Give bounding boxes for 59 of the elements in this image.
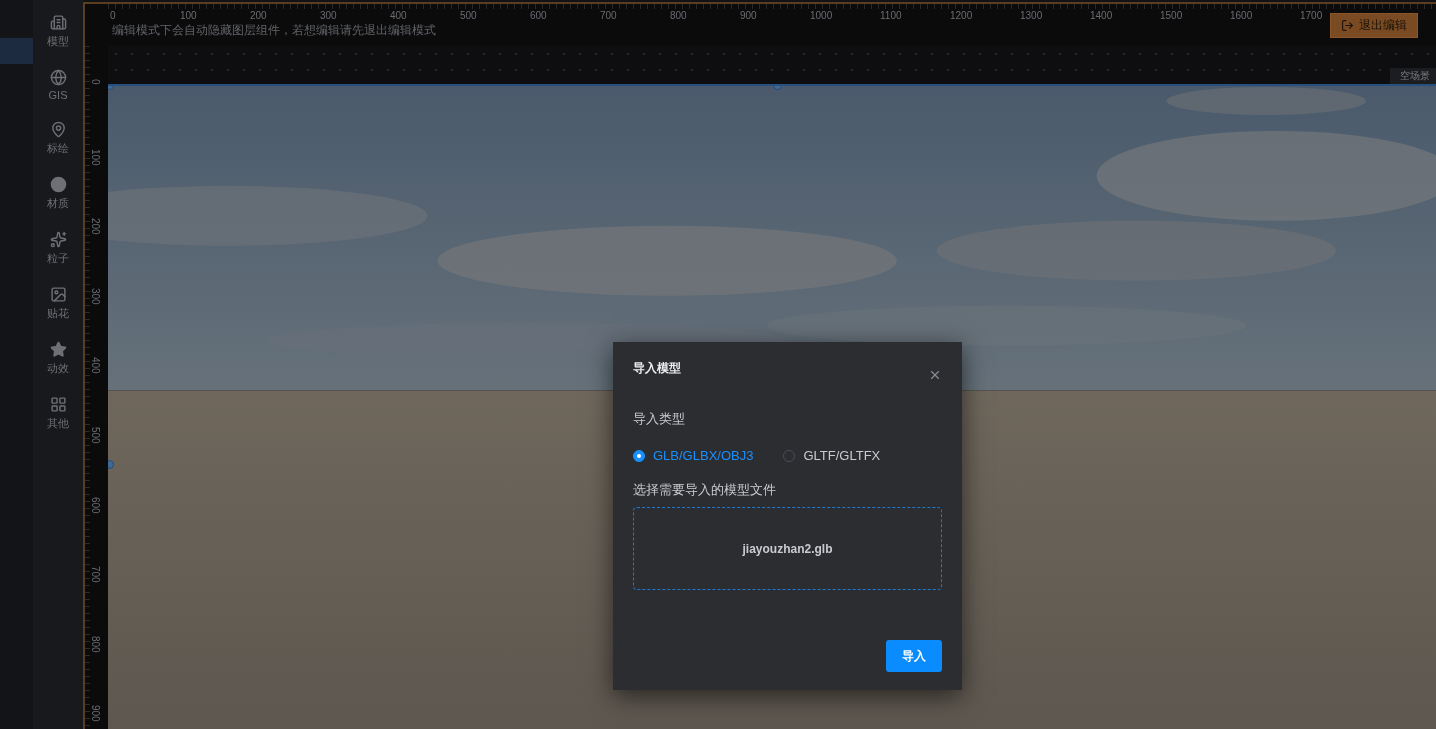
tool-icon <box>49 176 67 193</box>
tool-item[interactable]: 贴花 <box>36 286 80 321</box>
ruler-label: 400 <box>390 10 407 21</box>
ruler-label: 600 <box>90 496 101 514</box>
tool-item[interactable]: GIS <box>36 69 80 101</box>
ruler-label: 500 <box>460 10 477 21</box>
tool-icon <box>49 396 67 413</box>
type-label: 导入类型 <box>633 410 686 428</box>
ruler-label: 300 <box>320 10 337 21</box>
ruler-label: 500 <box>90 427 101 444</box>
type-radio[interactable]: GLTF/GLTFX <box>783 448 881 463</box>
close-icon <box>928 368 942 382</box>
ruler-label: 1200 <box>950 10 973 21</box>
ruler-label: 100 <box>90 148 101 166</box>
ruler-label: 900 <box>90 705 101 723</box>
tool-item[interactable]: 动效 <box>36 341 80 376</box>
tool-item[interactable]: 材质 <box>36 176 80 211</box>
edit-mode-hint: 编辑模式下会自动隐藏图层组件，若想编辑请先退出编辑模式 <box>112 22 436 39</box>
ruler-label: 300 <box>90 287 101 305</box>
scene-tab[interactable]: 空场景 <box>1390 68 1436 84</box>
tool-item[interactable]: 模型 <box>36 14 80 49</box>
ruler-label: 800 <box>670 10 687 21</box>
ruler-label: 600 <box>530 10 547 21</box>
tool-item[interactable]: 其他 <box>36 396 80 431</box>
selected-row[interactable] <box>0 38 33 64</box>
ruler-label: 100 <box>180 10 197 21</box>
exit-edit-button[interactable]: 退出编辑 <box>1330 13 1418 38</box>
exit-icon <box>1341 19 1354 32</box>
ruler-label: 900 <box>740 10 757 21</box>
ruler-label: 1500 <box>1160 10 1183 21</box>
import-button[interactable]: 导入 <box>886 640 942 672</box>
ruler-label: 200 <box>250 10 267 21</box>
ruler-label: 700 <box>90 566 101 583</box>
ruler-label: 1300 <box>1020 10 1043 21</box>
file-drop-zone[interactable]: jiayouzhan2.glb <box>633 507 942 590</box>
tool-icon <box>49 121 67 138</box>
type-radio[interactable]: GLB/GLBX/OBJ3 <box>633 448 754 463</box>
ruler-label: 0 <box>110 10 116 21</box>
file-name: jiayouzhan2.glb <box>742 541 833 556</box>
ruler-label: 1000 <box>810 10 833 21</box>
tool-icon <box>49 341 67 358</box>
tool-icon <box>49 69 67 86</box>
ruler-label: 0 <box>90 79 101 85</box>
dialog-title: 导入模型 <box>633 360 681 377</box>
ruler-label: 400 <box>90 357 101 375</box>
tool-icon <box>49 14 67 31</box>
ruler-label: 700 <box>600 10 617 21</box>
ruler-label: 1700 <box>1300 10 1323 21</box>
ruler-label: 1400 <box>1090 10 1113 21</box>
ruler-label: 1100 <box>880 10 902 21</box>
close-button[interactable] <box>928 368 942 382</box>
tool-icon <box>49 231 67 248</box>
ruler-label: 800 <box>90 635 101 653</box>
tool-icon <box>49 286 67 303</box>
file-label: 选择需要导入的模型文件 <box>633 481 777 499</box>
ruler-label: 200 <box>90 218 101 235</box>
tool-item[interactable]: 粒子 <box>36 231 80 266</box>
ruler-label: 1600 <box>1230 10 1253 21</box>
tool-item[interactable]: 标绘 <box>36 121 80 156</box>
